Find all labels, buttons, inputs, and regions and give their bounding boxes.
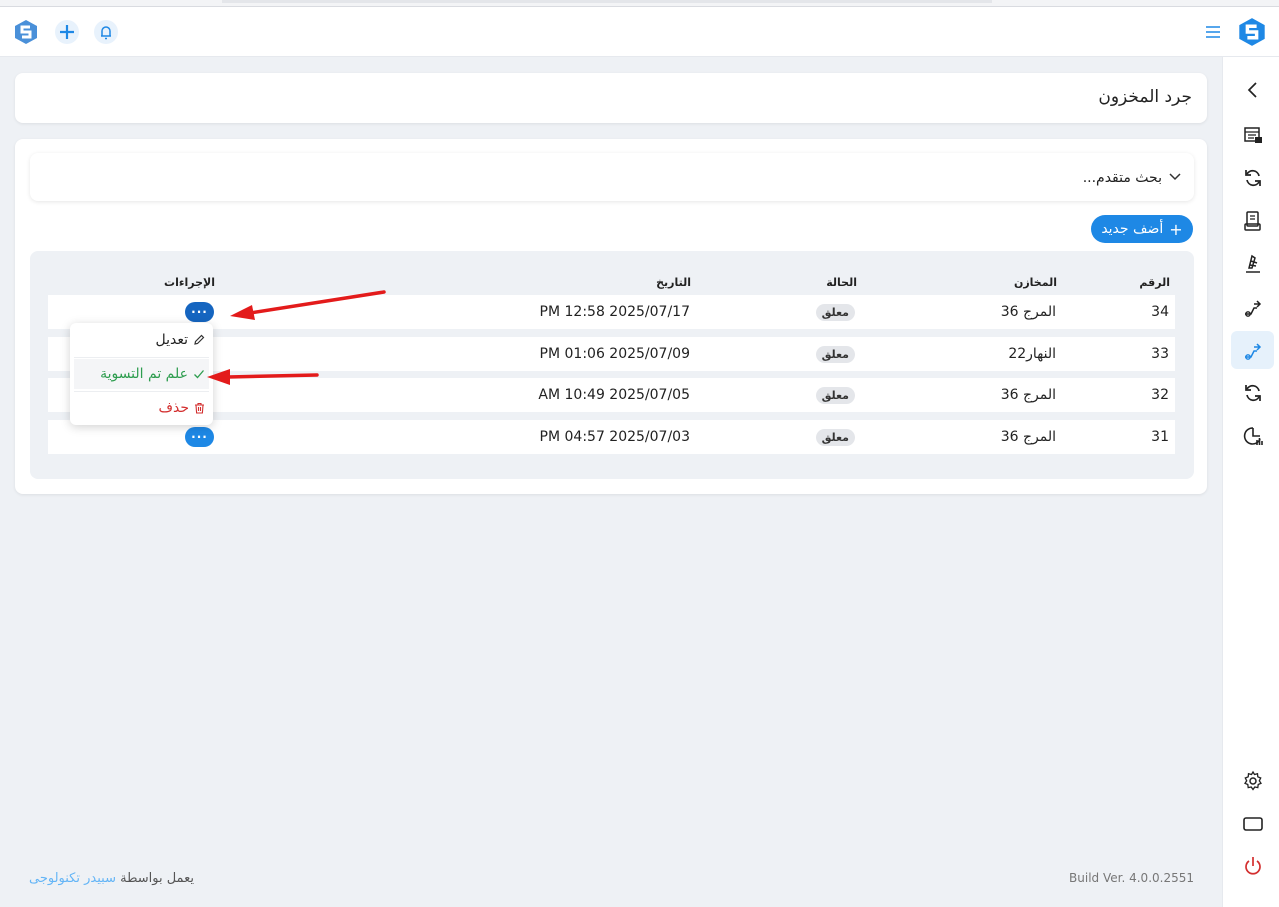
annotation-arrows	[207, 290, 386, 385]
footer-company-link[interactable]: سبيدر تكنولوجى	[29, 871, 116, 886]
build-version: Build Ver. 4.0.0.2551	[1069, 871, 1194, 885]
annotation-arrow	[226, 373, 319, 379]
footer-powered-by: يعمل بواسطة سبيدر تكنولوجى	[29, 871, 194, 886]
footer-powered-text: يعمل بواسطة	[120, 871, 194, 886]
annotation-arrow	[248, 290, 386, 315]
annotation-arrowhead	[230, 305, 255, 320]
annotation-arrowhead	[207, 369, 230, 385]
